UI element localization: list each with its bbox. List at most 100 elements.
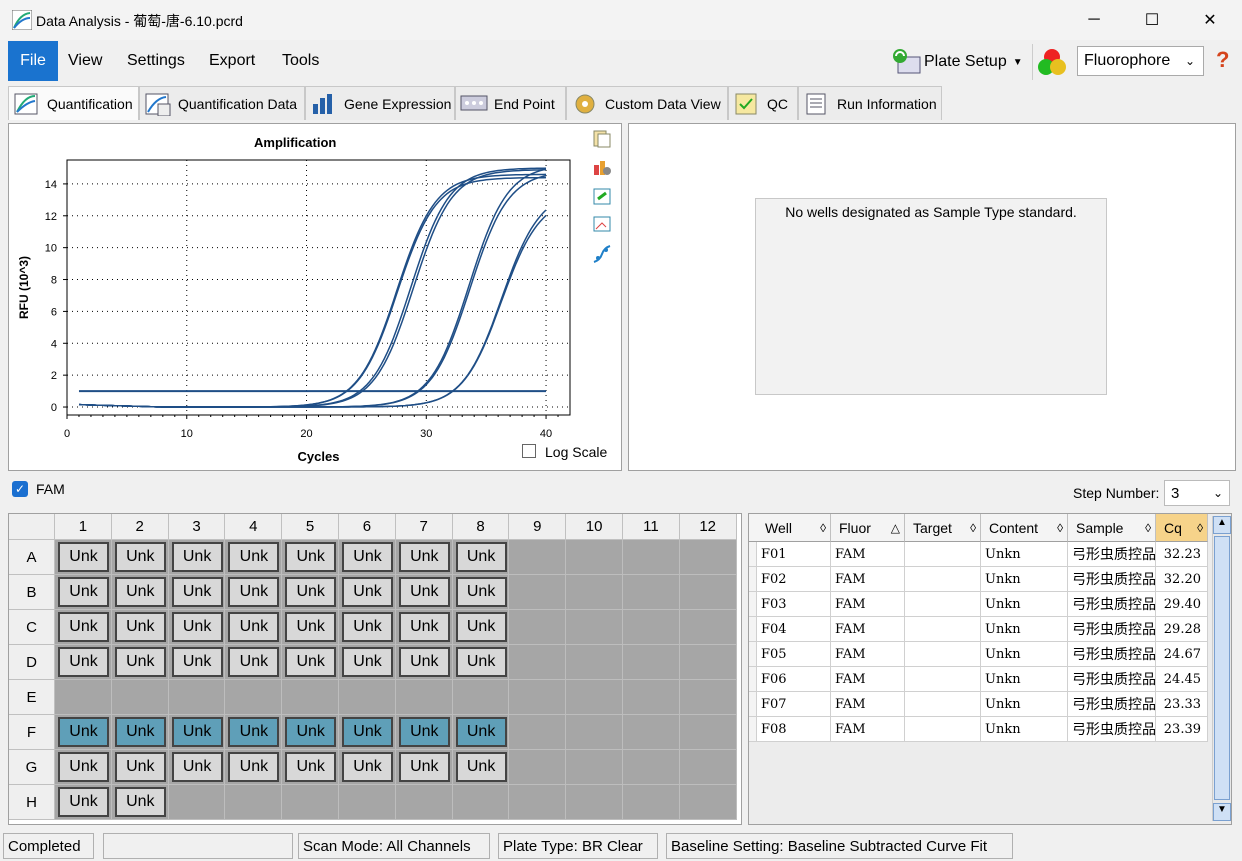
table-cell-target[interactable]: [905, 542, 981, 567]
tab-custom-data-view[interactable]: Custom Data View: [566, 86, 728, 120]
tab-end-point[interactable]: End Point: [455, 86, 566, 120]
plate-row-header[interactable]: H: [9, 785, 55, 820]
plate-cell[interactable]: [566, 680, 623, 715]
plate-well[interactable]: Unk: [114, 647, 166, 677]
tab-gene-expression[interactable]: Gene Expression: [305, 86, 455, 120]
plate-cell[interactable]: [679, 715, 737, 750]
plate-cell[interactable]: [339, 680, 396, 715]
step-number-select[interactable]: 3 ⌄: [1164, 480, 1230, 506]
plate-cell[interactable]: [679, 610, 737, 645]
plate-well[interactable]: Unk: [342, 752, 393, 782]
table-cell-content[interactable]: Unkn: [981, 642, 1068, 667]
plate-well[interactable]: Unk: [398, 542, 450, 572]
amplification-chart[interactable]: 0 2 4 6 8 10 12 14 0 10 20 30 40 Cycles RFU (10^3): [12, 150, 592, 470]
plate-well[interactable]: Unk: [342, 647, 393, 677]
minimize-button[interactable]: ─: [1064, 0, 1124, 40]
table-cell-fluor[interactable]: FAM: [831, 692, 905, 717]
plate-row-header[interactable]: A: [9, 540, 55, 575]
plate-cell[interactable]: [679, 540, 737, 575]
plate-well[interactable]: Unk: [171, 717, 223, 747]
plate-cell[interactable]: [679, 645, 737, 680]
plate-well[interactable]: Unk: [398, 717, 450, 747]
plate-column-header[interactable]: 12: [679, 514, 737, 540]
plate-row-header[interactable]: E: [9, 680, 55, 715]
plate-cell[interactable]: [111, 680, 169, 715]
scroll-up-arrow-icon[interactable]: ▲: [1213, 516, 1231, 534]
table-cell-sample[interactable]: 弓形虫质控品: [1068, 667, 1156, 692]
plate-cell[interactable]: [395, 680, 453, 715]
plate-cell[interactable]: [679, 750, 737, 785]
table-cell-content[interactable]: Unkn: [981, 542, 1068, 567]
plate-cell[interactable]: [339, 785, 396, 820]
plate-cell[interactable]: [55, 680, 112, 715]
plate-well[interactable]: Unk: [114, 752, 166, 782]
plate-cell[interactable]: [509, 610, 567, 645]
plate-row-header[interactable]: D: [9, 645, 55, 680]
table-header-target[interactable]: Target ◊: [905, 514, 981, 542]
plate-row-header[interactable]: C: [9, 610, 55, 645]
plate-cell[interactable]: [679, 680, 737, 715]
chart-settings-icon[interactable]: [592, 157, 612, 177]
plate-well[interactable]: Unk: [171, 647, 223, 677]
plate-cell[interactable]: [395, 785, 453, 820]
plate-cell[interactable]: [509, 645, 567, 680]
table-cell-target[interactable]: [905, 567, 981, 592]
table-header-fluor[interactable]: Fluor △: [831, 514, 905, 542]
plate-well[interactable]: Unk: [58, 577, 109, 607]
plate-cell[interactable]: [623, 575, 680, 610]
plate-cell[interactable]: [623, 680, 680, 715]
table-cell-cq[interactable]: 23.39: [1156, 717, 1208, 742]
table-cell-cq[interactable]: 29.40: [1156, 592, 1208, 617]
plate-well[interactable]: Unk: [398, 647, 450, 677]
plate-well[interactable]: Unk: [58, 612, 109, 642]
log-scale-checkbox[interactable]: [522, 444, 536, 458]
plate-cell[interactable]: [623, 610, 680, 645]
table-cell-content[interactable]: Unkn: [981, 592, 1068, 617]
sort-icon[interactable]: ◊: [1197, 521, 1203, 535]
table-cell-cq[interactable]: 24.45: [1156, 667, 1208, 692]
plate-well[interactable]: Unk: [455, 647, 507, 677]
export-icon[interactable]: [592, 186, 612, 206]
plate-cell[interactable]: [168, 680, 226, 715]
table-cell-content[interactable]: Unkn: [981, 717, 1068, 742]
table-cell-sample[interactable]: 弓形虫质控品: [1068, 717, 1156, 742]
plate-cell[interactable]: [566, 645, 623, 680]
table-cell-target[interactable]: [905, 692, 981, 717]
plate-well[interactable]: Unk: [171, 752, 223, 782]
plate-row-header[interactable]: F: [9, 715, 55, 750]
table-cell-target[interactable]: [905, 642, 981, 667]
table-header-content[interactable]: Content ◊: [981, 514, 1068, 542]
plate-well[interactable]: Unk: [285, 717, 337, 747]
plate-well[interactable]: Unk: [114, 612, 166, 642]
plate-cell[interactable]: [509, 540, 567, 575]
sort-icon[interactable]: ◊: [1057, 521, 1063, 535]
plate-well[interactable]: Unk: [455, 542, 507, 572]
row-selector[interactable]: [749, 692, 757, 717]
row-selector[interactable]: [749, 592, 757, 617]
plate-cell[interactable]: [225, 680, 283, 715]
menu-export[interactable]: Export: [209, 52, 255, 70]
plate-cell[interactable]: [623, 715, 680, 750]
plate-well[interactable]: Unk: [285, 542, 337, 572]
plate-cell[interactable]: [566, 785, 623, 820]
fluorophore-color-icon[interactable]: [1036, 47, 1068, 77]
plate-well[interactable]: Unk: [58, 787, 109, 817]
table-cell-well[interactable]: F02: [757, 567, 831, 592]
plate-well[interactable]: Unk: [114, 717, 166, 747]
plate-cell[interactable]: [623, 785, 680, 820]
plate-well[interactable]: Unk: [285, 612, 337, 642]
sort-icon[interactable]: ◊: [820, 521, 826, 535]
close-button[interactable]: ✕: [1180, 0, 1240, 40]
plate-cell[interactable]: [623, 750, 680, 785]
plate-setup-button[interactable]: Plate Setup ▼: [890, 46, 1030, 78]
plate-well[interactable]: Unk: [114, 787, 166, 817]
plate-well[interactable]: Unk: [285, 577, 337, 607]
table-cell-cq[interactable]: 24.67: [1156, 642, 1208, 667]
plate-cell[interactable]: [282, 680, 339, 715]
plate-well[interactable]: Unk: [342, 577, 393, 607]
plate-column-header[interactable]: 8: [452, 514, 510, 540]
zoom-chart-icon[interactable]: [592, 214, 612, 234]
table-cell-well[interactable]: F04: [757, 617, 831, 642]
plate-well[interactable]: Unk: [58, 542, 109, 572]
table-cell-sample[interactable]: 弓形虫质控品: [1068, 642, 1156, 667]
